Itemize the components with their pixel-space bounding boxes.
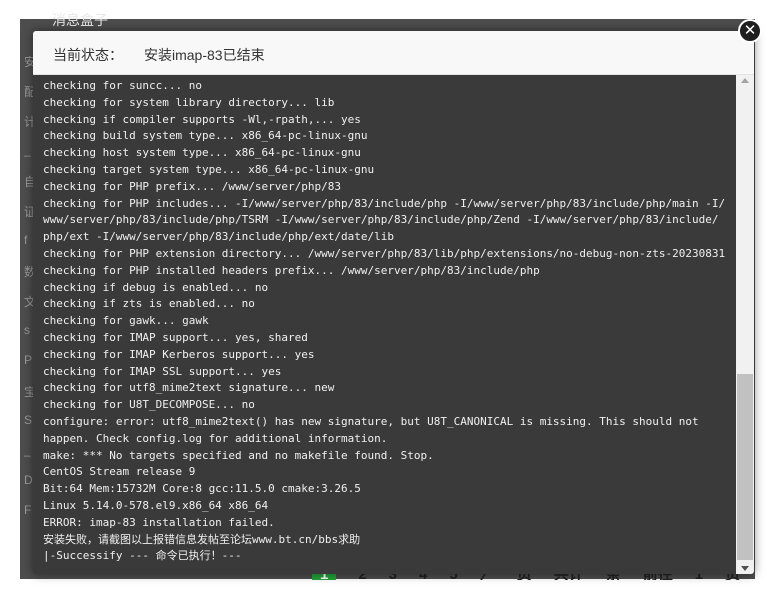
background-sidebar-letter: _: [24, 443, 31, 457]
log-line: checking for IMAP support... yes, shared: [43, 330, 308, 344]
log-line: happen. Check config.log for additional …: [43, 431, 388, 445]
log-line: checking for suncc... no: [43, 79, 202, 92]
log-line: CentOS Stream release 9: [43, 465, 196, 479]
log-line: ERROR: imap-83 installation failed.: [43, 515, 275, 529]
log-line: checking for IMAP Kerberos support... ye…: [43, 347, 315, 361]
install-log-dialog: 当前状态： 安装imap-83已结束 checking for suncc...…: [33, 31, 754, 574]
background-sidebar-letter: f: [24, 233, 28, 247]
close-button[interactable]: ✕: [738, 19, 762, 43]
log-line: checking for PHP includes... -I/www/serv…: [43, 196, 726, 210]
log-line: Linux 5.14.0-578.el9.x86_64 x86_64: [43, 498, 269, 512]
log-line: checking for gawk... gawk: [43, 314, 209, 328]
background-panel-title: 消息盒子: [52, 12, 108, 28]
log-line: checking build system type... x86_64-pc-…: [43, 129, 368, 143]
log-line: configure: error: utf8_mime2text() has n…: [43, 414, 699, 428]
log-line: |-Successify --- 命令已执行！---: [43, 549, 242, 563]
log-line: checking if zts is enabled... no: [43, 297, 255, 311]
scroll-up-arrow-icon[interactable]: [741, 78, 749, 83]
log-scrollbar[interactable]: [736, 75, 754, 574]
log-line: checking if compiler supports -Wl,-rpath…: [43, 112, 361, 126]
log-line: 安装失败，请截图以上报错信息发帖至论坛www.bt.cn/bbs求助: [43, 532, 361, 546]
log-line: checking for utf8_mime2text signature...…: [43, 381, 335, 395]
log-line: checking if debug is enabled... no: [43, 280, 269, 294]
background-sidebar-letter: F: [24, 503, 32, 517]
log-line: checking for PHP extension directory... …: [43, 246, 726, 260]
scroll-down-arrow-icon[interactable]: [741, 566, 749, 571]
log-line: www/server/php/83/include/php/TSRM -I/ww…: [43, 213, 719, 227]
background-sidebar-letter: S: [24, 413, 33, 427]
dialog-header: 当前状态： 安装imap-83已结束: [33, 31, 754, 75]
log-line: php/ext -I/www/server/php/83/include/php…: [43, 230, 394, 244]
scrollbar-thumb[interactable]: [737, 374, 753, 560]
background-sidebar-letter: P: [24, 353, 33, 367]
log-output[interactable]: checking for suncc... no checking for sys…: [43, 78, 733, 574]
background-sidebar-letter: s: [24, 323, 30, 337]
status-label: 当前状态：: [53, 47, 123, 63]
log-line: checking for U8T_DECOMPOSE... no: [43, 398, 255, 412]
background-sidebar-letter: _: [24, 143, 31, 157]
background-sidebar-letter: D: [24, 473, 33, 487]
status-value: 安装imap-83已结束: [144, 47, 265, 63]
log-line: make: *** No targets specified and no ma…: [43, 448, 434, 462]
log-line: checking for IMAP SSL support... yes: [43, 364, 282, 378]
log-line: Bit:64 Mem:15732M Core:8 gcc:11.5.0 cmak…: [43, 482, 361, 496]
log-line: checking for PHP installed headers prefi…: [43, 263, 540, 277]
log-line: checking for PHP prefix... /www/server/p…: [43, 179, 342, 193]
log-line: checking for system library directory...…: [43, 95, 335, 109]
log-line: checking target system type... x86_64-pc…: [43, 162, 375, 176]
log-line: checking host system type... x86_64-pc-l…: [43, 146, 361, 160]
